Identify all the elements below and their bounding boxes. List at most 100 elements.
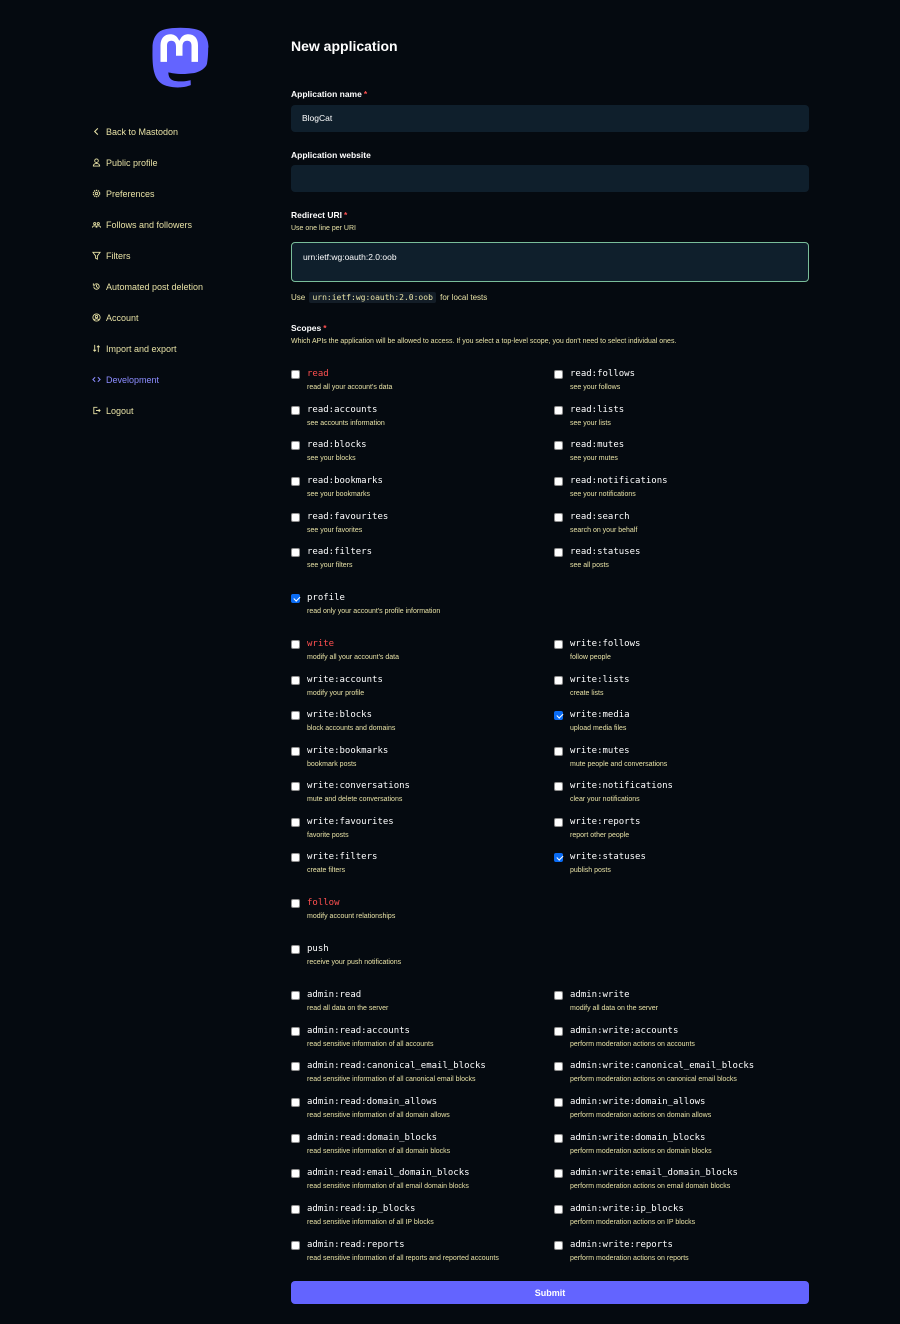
scope-item[interactable]: write:filters create filters (291, 852, 551, 882)
scope-item[interactable]: admin:write:accounts perform moderation a… (554, 1026, 814, 1056)
scope-checkbox[interactable] (291, 1027, 300, 1036)
scope-checkbox[interactable] (554, 818, 563, 827)
scope-item[interactable]: write:mutes mute people and conversations (554, 746, 814, 776)
scope-checkbox[interactable] (554, 782, 563, 791)
scope-item[interactable]: read read all your account's data (291, 369, 551, 399)
scope-checkbox[interactable] (291, 782, 300, 791)
sidebar-item-automated-deletion[interactable]: Automated post deletion (92, 271, 282, 302)
scope-item[interactable]: write:conversations mute and delete conve… (291, 781, 551, 811)
scope-checkbox[interactable] (554, 747, 563, 756)
scope-item[interactable]: admin:write:reports perform moderation ac… (554, 1240, 814, 1270)
submit-button[interactable]: Submit (291, 1281, 809, 1304)
scope-item[interactable]: admin:write:canonical_email_blocks perfor… (554, 1061, 814, 1091)
scope-item[interactable]: admin:read:domain_blocks read sensitive i… (291, 1133, 551, 1163)
scope-checkbox[interactable] (554, 477, 563, 486)
scope-item[interactable]: read:filters see your filters (291, 547, 551, 577)
scope-item[interactable]: write:notifications clear your notificati… (554, 781, 814, 811)
scope-checkbox[interactable] (291, 477, 300, 486)
scope-checkbox[interactable] (554, 1169, 563, 1178)
scope-item[interactable]: read:mutes see your mutes (554, 440, 814, 470)
sidebar-item-public-profile[interactable]: Public profile (92, 147, 282, 178)
scope-item[interactable]: read:lists see your lists (554, 405, 814, 435)
scope-checkbox[interactable] (554, 1134, 563, 1143)
scope-item[interactable]: read:bookmarks see your bookmarks (291, 476, 551, 506)
scope-checkbox[interactable] (291, 594, 300, 603)
app-name-input[interactable]: BlogCat (291, 105, 809, 132)
scope-checkbox[interactable] (291, 747, 300, 756)
scope-item[interactable]: admin:read:ip_blocks read sensitive infor… (291, 1204, 551, 1234)
scope-item[interactable]: admin:write modify all data on the server (554, 990, 814, 1020)
scope-checkbox[interactable] (554, 640, 563, 649)
scope-checkbox[interactable] (554, 1205, 563, 1214)
scope-checkbox[interactable] (554, 711, 563, 720)
scope-item[interactable]: read:blocks see your blocks (291, 440, 551, 470)
scope-checkbox[interactable] (291, 899, 300, 908)
app-website-input[interactable] (291, 165, 809, 192)
scope-item[interactable]: read:notifications see your notifications (554, 476, 814, 506)
mastodon-logo[interactable] (148, 26, 210, 92)
scope-item[interactable]: write:accounts modify your profile (291, 675, 551, 705)
scope-checkbox[interactable] (291, 853, 300, 862)
scope-checkbox[interactable] (554, 1241, 563, 1250)
scope-item[interactable]: admin:read:domain_allows read sensitive i… (291, 1097, 551, 1127)
scope-item[interactable]: follow modify account relationships (291, 898, 551, 928)
scope-checkbox[interactable] (291, 1241, 300, 1250)
redirect-uri-textarea[interactable]: urn:ietf:wg:oauth:2.0:oob (291, 242, 809, 282)
scope-checkbox[interactable] (291, 513, 300, 522)
scope-checkbox[interactable] (554, 406, 563, 415)
scope-checkbox[interactable] (554, 676, 563, 685)
scope-item[interactable]: admin:read read all data on the server (291, 990, 551, 1020)
scope-checkbox[interactable] (554, 853, 563, 862)
scope-item[interactable]: admin:read:email_domain_blocks read sensi… (291, 1168, 551, 1198)
scope-item[interactable]: write:follows follow people (554, 639, 814, 669)
scope-item[interactable]: admin:write:domain_allows perform moderat… (554, 1097, 814, 1127)
scope-item[interactable]: read:statuses see all posts (554, 547, 814, 577)
scope-item[interactable]: admin:write:domain_blocks perform moderat… (554, 1133, 814, 1163)
scope-checkbox[interactable] (291, 370, 300, 379)
scope-item[interactable]: admin:read:canonical_email_blocks read se… (291, 1061, 551, 1091)
scope-checkbox[interactable] (291, 711, 300, 720)
scope-checkbox[interactable] (291, 676, 300, 685)
scope-item[interactable]: write:bookmarks bookmark posts (291, 746, 551, 776)
scope-item[interactable]: write:media upload media files (554, 710, 814, 740)
scope-item[interactable]: write:blocks block accounts and domains (291, 710, 551, 740)
scope-item[interactable]: admin:read:accounts read sensitive inform… (291, 1026, 551, 1056)
scope-item[interactable]: read:search search on your behalf (554, 512, 814, 542)
scope-checkbox[interactable] (554, 513, 563, 522)
sidebar-item-follows[interactable]: Follows and followers (92, 209, 282, 240)
scope-checkbox[interactable] (554, 991, 563, 1000)
scope-checkbox[interactable] (291, 1205, 300, 1214)
scope-item[interactable]: write:favourites favorite posts (291, 817, 551, 847)
scope-checkbox[interactable] (554, 1062, 563, 1071)
scope-checkbox[interactable] (291, 1134, 300, 1143)
scope-checkbox[interactable] (554, 370, 563, 379)
scope-checkbox[interactable] (291, 441, 300, 450)
sidebar-item-logout[interactable]: Logout (92, 395, 282, 426)
scope-item[interactable]: read:accounts see accounts information (291, 405, 551, 435)
scope-item[interactable]: write:reports report other people (554, 817, 814, 847)
scope-checkbox[interactable] (291, 640, 300, 649)
scope-checkbox[interactable] (554, 1098, 563, 1107)
scope-checkbox[interactable] (291, 991, 300, 1000)
scope-checkbox[interactable] (291, 548, 300, 557)
scope-checkbox[interactable] (291, 945, 300, 954)
scope-item[interactable]: admin:write:ip_blocks perform moderation … (554, 1204, 814, 1234)
sidebar-item-import-export[interactable]: Import and export (92, 333, 282, 364)
scope-checkbox[interactable] (291, 1098, 300, 1107)
scope-item[interactable]: read:favourites see your favorites (291, 512, 551, 542)
scope-checkbox[interactable] (554, 1027, 563, 1036)
scope-item[interactable]: profile read only your account's profile … (291, 593, 551, 623)
sidebar-item-preferences[interactable]: Preferences (92, 178, 282, 209)
scope-item[interactable]: write:statuses publish posts (554, 852, 814, 882)
scope-checkbox[interactable] (554, 548, 563, 557)
sidebar-item-development[interactable]: Development (92, 364, 282, 395)
sidebar-item-back[interactable]: Back to Mastodon (92, 116, 282, 147)
scope-checkbox[interactable] (554, 441, 563, 450)
scope-item[interactable]: admin:read:reports read sensitive informa… (291, 1240, 551, 1270)
scope-item[interactable]: write:lists create lists (554, 675, 814, 705)
scope-item[interactable]: admin:write:email_domain_blocks perform m… (554, 1168, 814, 1198)
scope-checkbox[interactable] (291, 1062, 300, 1071)
sidebar-item-filters[interactable]: Filters (92, 240, 282, 271)
scope-item[interactable]: read:follows see your follows (554, 369, 814, 399)
scope-checkbox[interactable] (291, 1169, 300, 1178)
